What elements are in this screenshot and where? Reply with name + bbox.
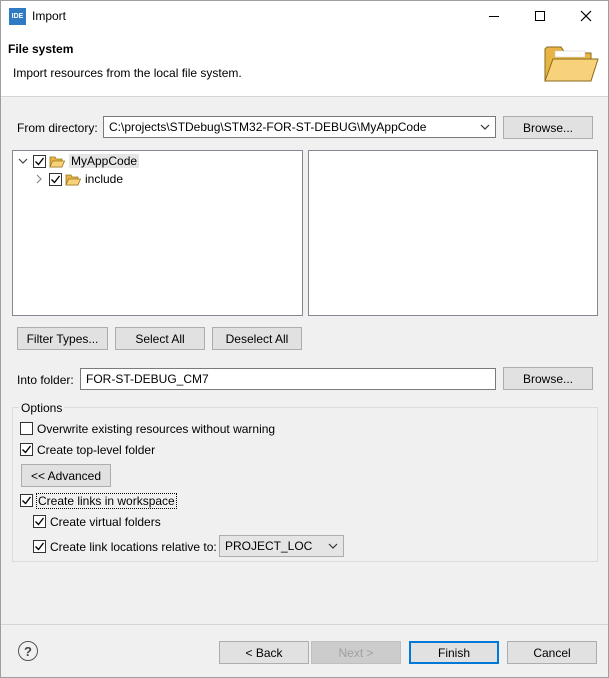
- finish-button[interactable]: Finish: [409, 641, 499, 664]
- advanced-button[interactable]: << Advanced: [21, 464, 111, 487]
- create-virtual-checkbox[interactable]: [33, 515, 46, 528]
- create-links-checkbox[interactable]: [20, 494, 33, 507]
- wizard-header: File system Import resources from the lo…: [1, 31, 608, 97]
- import-dialog: IDE Import File system Import resources …: [0, 0, 609, 678]
- folder-open-icon: [65, 174, 81, 185]
- from-directory-label: From directory:: [17, 121, 98, 135]
- checkmark-icon: [51, 175, 61, 184]
- maximize-icon: [535, 11, 545, 21]
- close-button[interactable]: [563, 1, 609, 31]
- checkmark-icon: [35, 157, 45, 166]
- create-links-label: Create links in workspace: [36, 493, 177, 509]
- folder-tree[interactable]: MyAppCode include: [12, 150, 303, 316]
- checkmark-icon: [22, 445, 32, 454]
- relative-to-select[interactable]: PROJECT_LOC: [219, 535, 344, 557]
- filter-types-button[interactable]: Filter Types...: [17, 327, 108, 350]
- page-description: Import resources from the local file sys…: [13, 66, 242, 80]
- select-all-button[interactable]: Select All: [115, 327, 205, 350]
- create-top-level-checkbox[interactable]: [20, 443, 33, 456]
- next-button[interactable]: Next >: [311, 641, 401, 664]
- tree-item-label: include: [85, 172, 124, 186]
- checkmark-icon: [35, 517, 45, 526]
- close-icon: [580, 10, 592, 22]
- minimize-button[interactable]: [471, 1, 517, 31]
- options-group-label: Options: [19, 401, 65, 415]
- from-directory-browse-button[interactable]: Browse...: [503, 116, 593, 139]
- tree-item-label: MyAppCode: [69, 154, 140, 168]
- overwrite-label: Overwrite existing resources without war…: [37, 422, 276, 436]
- into-folder-input[interactable]: FOR-ST-DEBUG_CM7: [80, 368, 496, 390]
- back-button[interactable]: < Back: [219, 641, 309, 664]
- create-virtual-label: Create virtual folders: [50, 515, 161, 529]
- tree-item-include[interactable]: include: [33, 170, 123, 188]
- relative-to-value: PROJECT_LOC: [225, 539, 313, 553]
- create-relative-label: Create link locations relative to:: [50, 540, 217, 554]
- window-title: Import: [32, 9, 67, 23]
- into-folder-label: Into folder:: [17, 373, 74, 387]
- chevron-down-icon: [328, 543, 338, 549]
- checkmark-icon: [35, 542, 45, 551]
- help-icon[interactable]: ?: [18, 641, 38, 661]
- tree-item-myappcode[interactable]: MyAppCode: [17, 152, 140, 170]
- deselect-all-button[interactable]: Deselect All: [212, 327, 302, 350]
- chevron-down-icon[interactable]: [17, 155, 29, 167]
- file-list[interactable]: [308, 150, 598, 316]
- create-top-level-label: Create top-level folder: [37, 443, 156, 457]
- footer-separator: [1, 624, 608, 625]
- maximize-button[interactable]: [517, 1, 563, 31]
- cancel-button[interactable]: Cancel: [507, 641, 597, 664]
- tree-checkbox[interactable]: [33, 154, 46, 168]
- chevron-down-icon: [480, 124, 490, 130]
- page-title: File system: [8, 42, 74, 56]
- folder-banner-icon: [544, 46, 599, 82]
- tree-checkbox[interactable]: [49, 172, 62, 186]
- create-relative-checkbox[interactable]: [33, 540, 46, 553]
- chevron-right-icon[interactable]: [33, 173, 45, 185]
- into-folder-browse-button[interactable]: Browse...: [503, 367, 593, 390]
- ide-app-icon: IDE: [9, 8, 26, 25]
- from-directory-value: C:\projects\STDebug\STM32-FOR-ST-DEBUG\M…: [109, 120, 427, 134]
- folder-open-icon: [49, 156, 65, 167]
- title-bar: IDE Import: [1, 1, 608, 31]
- from-directory-combo[interactable]: C:\projects\STDebug\STM32-FOR-ST-DEBUG\M…: [103, 116, 496, 138]
- overwrite-checkbox[interactable]: [20, 422, 33, 435]
- minimize-icon: [489, 15, 499, 17]
- checkmark-icon: [22, 496, 32, 505]
